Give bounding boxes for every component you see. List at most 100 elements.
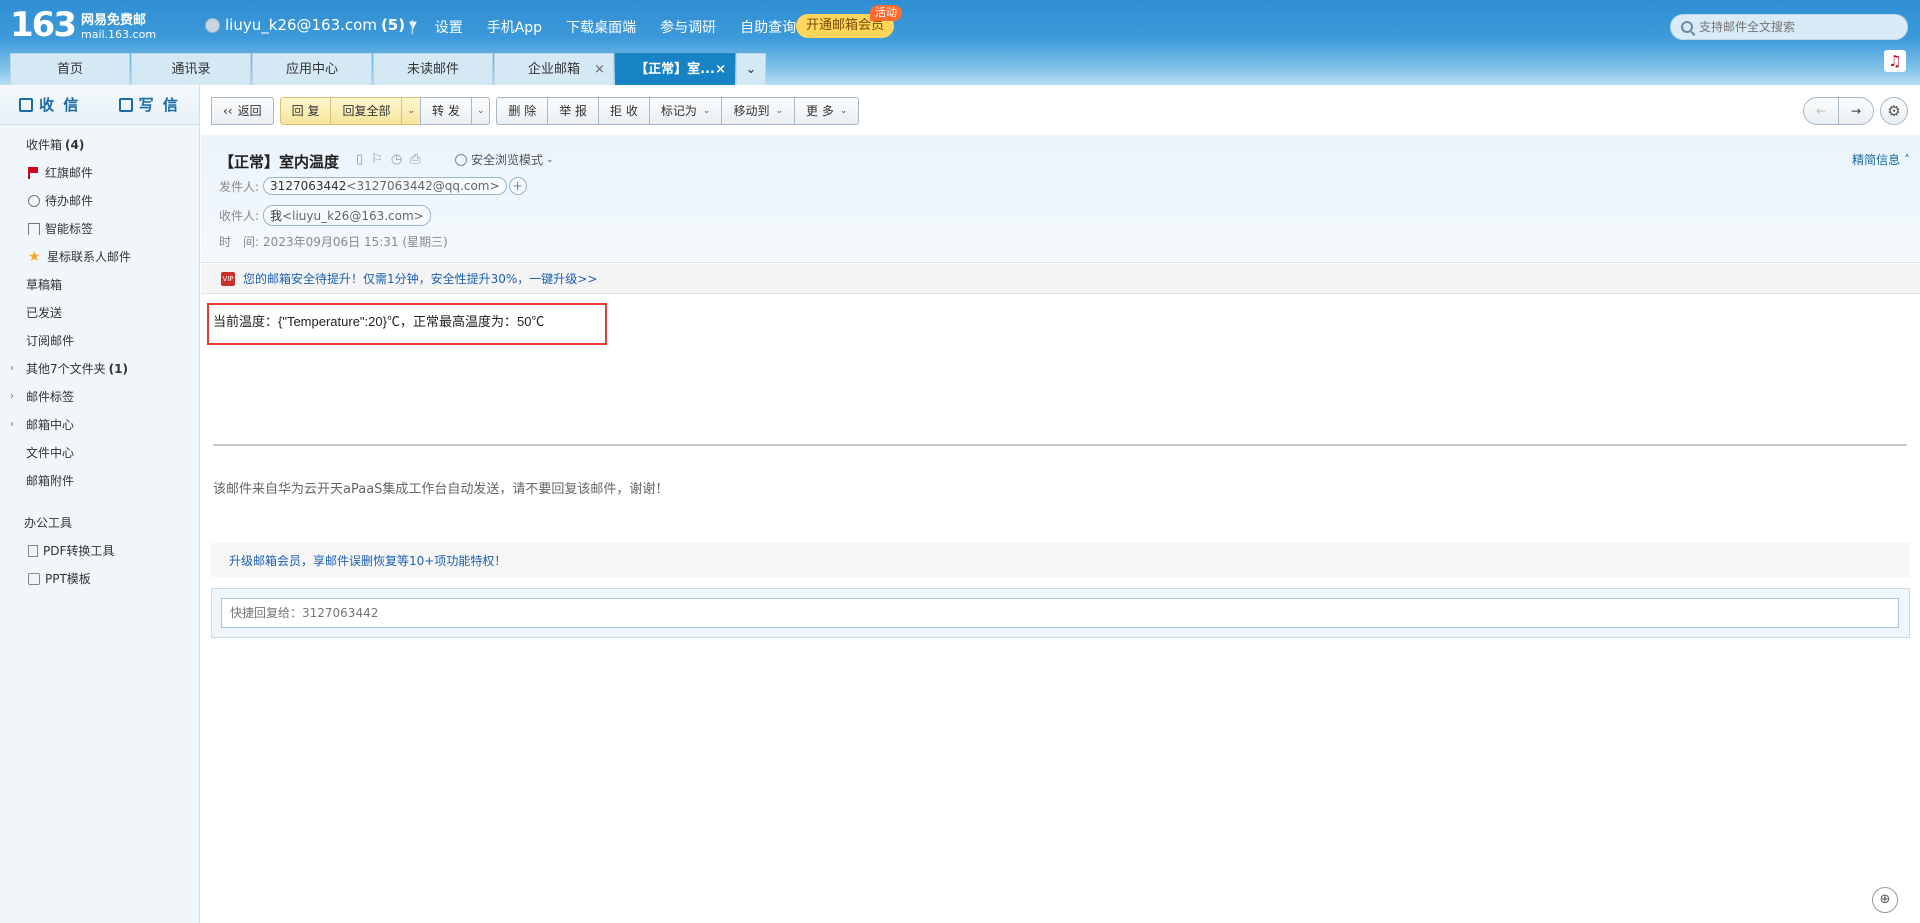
nav-survey[interactable]: 参与调研 <box>660 17 716 37</box>
promo-badge: 活动 <box>870 5 902 21</box>
chevron-down-icon: ⌄ <box>476 106 485 116</box>
subject-actions: ▯ ⚐ ◷ ⎙ <box>356 152 429 167</box>
tab-home[interactable]: 首页 <box>10 53 130 85</box>
folder-label: 收件箱 <box>26 138 63 152</box>
add-contact-button[interactable]: + <box>508 177 527 195</box>
move-to-button[interactable]: 移动到 ⌄ <box>721 97 795 125</box>
forward-button[interactable]: 转 发 <box>420 97 472 125</box>
sidebar-item-subscriptions[interactable]: 订阅邮件 <box>0 327 199 355</box>
bookmark-icon[interactable]: ▯ <box>356 152 363 167</box>
sidebar-item-starred-contacts[interactable]: ★ 星标联系人邮件 <box>0 243 199 271</box>
delete-button[interactable]: 删 除 <box>496 97 549 125</box>
chevron-left-icon: ‹‹ <box>223 104 233 118</box>
sidebar-item-inbox[interactable]: 收件箱 (4) <box>0 131 199 159</box>
sidebar-item-drafts[interactable]: 草稿箱 <box>0 271 199 299</box>
nav-desktop-download[interactable]: 下载桌面端 <box>566 17 636 37</box>
tab-app-center[interactable]: 应用中心 <box>252 53 372 85</box>
shield-icon <box>455 153 467 166</box>
close-icon[interactable]: × <box>715 54 726 85</box>
vip-icon: VIP <box>221 271 235 286</box>
sidebar-item-attachments[interactable]: 邮箱附件 <box>0 467 199 495</box>
sidebar-item-mail-tags[interactable]: › 邮件标签 <box>0 383 199 411</box>
logo-number: 163 <box>10 5 77 45</box>
reply-dropdown-button[interactable]: ⌄ <box>401 97 422 125</box>
folder-label: 邮箱中心 <box>26 418 75 432</box>
divider: | <box>410 19 415 35</box>
clock-icon[interactable]: ◷ <box>391 152 402 167</box>
top-header: 163 网易免费邮 mail.163.com liuyu_k26@163.com… <box>0 0 1920 85</box>
security-upgrade-notice[interactable]: VIP 您的邮箱安全待提升！仅需1分钟，安全性提升30%，一键升级>> <box>201 264 1920 294</box>
quick-reply-input[interactable] <box>221 598 1899 628</box>
sidebar-item-sent[interactable]: 已发送 <box>0 299 199 327</box>
forward-dropdown-button[interactable]: ⌄ <box>470 97 491 125</box>
music-icon[interactable]: ♫ <box>1884 50 1906 72</box>
sender-name: 3127063442 <box>270 179 347 193</box>
folder-label: 红旗邮件 <box>45 166 94 180</box>
sender-pill[interactable]: 3127063442<3127063442@qq.com> <box>263 177 507 195</box>
mark-as-button[interactable]: 标记为 ⌄ <box>648 97 723 125</box>
sidebar-item-todo[interactable]: 待办邮件 <box>0 187 199 215</box>
safe-browse-mode[interactable]: 安全浏览模式 ⌄ <box>455 151 554 168</box>
tab-enterprise-mail[interactable]: 企业邮箱 × <box>494 53 614 85</box>
reply-all-button[interactable]: 回复全部 <box>330 97 403 125</box>
logo[interactable]: 163 网易免费邮 mail.163.com <box>10 8 156 42</box>
tab-current-mail[interactable]: 【正常】室... × <box>615 53 735 85</box>
chevron-down-icon: ⌄ <box>407 106 416 116</box>
nav-settings[interactable]: 设置 <box>435 17 463 37</box>
mark-as-label: 标记为 <box>660 104 697 118</box>
nav-self-service[interactable]: 自助查询 <box>740 17 796 37</box>
bookmark-icon <box>28 223 40 235</box>
upgrade-banner[interactable]: 升级邮箱会员，享邮件误删恢复等10+项功能特权！ <box>211 543 1910 577</box>
sidebar-item-smart-tags[interactable]: 智能标签 <box>0 215 199 243</box>
search-input[interactable] <box>1699 20 1899 34</box>
receive-mail-button[interactable]: 收 信 <box>0 85 100 124</box>
report-button[interactable]: 举 报 <box>547 97 600 125</box>
sender-row: 发件人: 3127063442<3127063442@qq.com> + <box>219 177 527 195</box>
sidebar-item-file-center[interactable]: 文件中心 <box>0 439 199 467</box>
tool-label: PDF转换工具 <box>43 544 115 558</box>
next-mail-button[interactable]: → <box>1838 97 1874 125</box>
sidebar: 收 信 写 信 收件箱 (4) 红旗邮件 待办邮件 智能标签 ★ 星标联系人邮件 … <box>0 85 200 923</box>
tab-more-dropdown[interactable]: ⌄ <box>736 53 766 85</box>
folder-label: 已发送 <box>26 306 63 320</box>
flag-icon[interactable]: ⚐ <box>371 152 383 167</box>
previous-mail-button[interactable]: ← <box>1803 97 1839 125</box>
print-icon[interactable]: ⎙ <box>410 152 420 167</box>
mail-reader: ‹‹ 返回 回 复 回复全部 ⌄ 转 发 ⌄ 删 除 举 报 拒 收 标记为 ⌄ 移… <box>201 85 1920 923</box>
sidebar-item-ppt-template[interactable]: PPT模板 <box>0 565 199 593</box>
tab-contacts[interactable]: 通讯录 <box>131 53 251 85</box>
zoom-icon[interactable]: ⊕ <box>1872 887 1898 913</box>
move-to-label: 移动到 <box>733 104 770 118</box>
chevron-down-icon: ⌄ <box>775 106 783 116</box>
back-button[interactable]: ‹‹ 返回 <box>211 97 274 125</box>
sidebar-item-pdf-tool[interactable]: PDF转换工具 <box>0 537 199 565</box>
folder-label: 智能标签 <box>45 222 94 236</box>
account-menu[interactable]: liuyu_k26@163.com (5) ▼ <box>205 16 417 34</box>
sidebar-item-other-folders[interactable]: › 其他7个文件夹 (1) <box>0 355 199 383</box>
sidebar-item-mail-center[interactable]: › 邮箱中心 <box>0 411 199 439</box>
reject-button[interactable]: 拒 收 <box>598 97 650 125</box>
star-icon: ★ <box>28 249 41 265</box>
recipient-row: 收件人: 我<liuyu_k26@163.com> <box>219 205 431 226</box>
sidebar-item-flagged[interactable]: 红旗邮件 <box>0 159 199 187</box>
reply-button[interactable]: 回 复 <box>279 97 332 125</box>
gear-icon: ⚙ <box>1887 102 1901 120</box>
tab-unread[interactable]: 未读邮件 <box>373 53 493 85</box>
search-box[interactable] <box>1670 14 1908 40</box>
folder-label: 邮件标签 <box>26 390 75 404</box>
mail-nav-arrows: ← → <box>1803 97 1874 125</box>
folder-label: 草稿箱 <box>26 278 63 292</box>
unread-count: (1) <box>108 362 128 376</box>
compose-button[interactable]: 写 信 <box>100 85 200 124</box>
from-label: 发件人: <box>219 179 260 194</box>
settings-button[interactable]: ⚙ <box>1880 97 1908 125</box>
mail-toolbar: ‹‹ 返回 回 复 回复全部 ⌄ 转 发 ⌄ 删 除 举 报 拒 收 标记为 ⌄ 移… <box>211 97 865 125</box>
nav-mobile-app[interactable]: 手机App <box>487 17 542 37</box>
more-button[interactable]: 更 多 ⌄ <box>794 97 860 125</box>
close-icon[interactable]: × <box>594 54 605 85</box>
logo-title: 网易免费邮 <box>80 13 146 28</box>
recipient-address: <liuyu_k26@163.com> <box>282 209 424 223</box>
chevron-right-icon: › <box>10 391 14 402</box>
brief-info-toggle[interactable]: 精简信息 ˄ <box>1852 151 1910 168</box>
recipient-pill[interactable]: 我<liuyu_k26@163.com> <box>263 205 431 226</box>
